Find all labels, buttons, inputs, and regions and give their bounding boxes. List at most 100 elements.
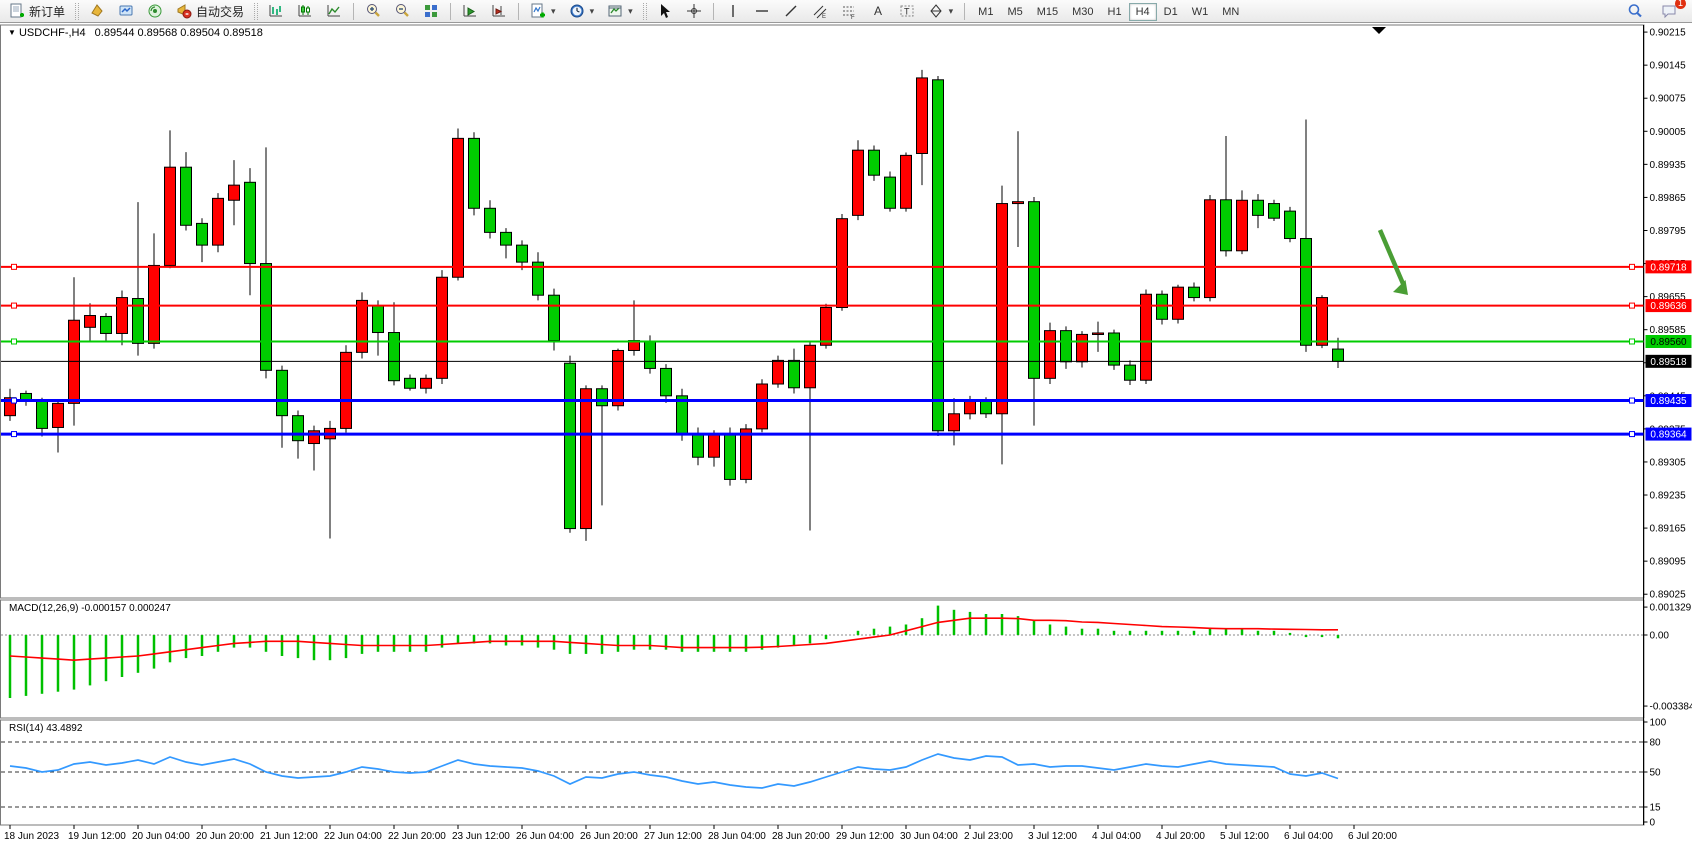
indicators-button[interactable]: ▾ — [525, 1, 561, 21]
time-tick-label: 30 Jun 04:00 — [900, 831, 958, 842]
hline-handle[interactable] — [1630, 303, 1635, 308]
tile-windows-button[interactable] — [418, 1, 444, 21]
zoom-out-button[interactable] — [389, 1, 415, 21]
time-tick-label: 5 Jul 12:00 — [1220, 831, 1269, 842]
line-chart-button[interactable] — [321, 1, 347, 21]
price-tick-label: 0.89585 — [1650, 325, 1687, 336]
hline-handle[interactable] — [1630, 398, 1635, 403]
timeframe-button-H1[interactable]: H1 — [1101, 3, 1129, 21]
crosshair-tool-button[interactable] — [681, 1, 707, 21]
hline-handle[interactable] — [12, 339, 17, 344]
auto-trading-button[interactable]: 自动交易 — [171, 1, 249, 21]
timeframe-button-MN[interactable]: MN — [1215, 3, 1246, 21]
candle-body — [101, 316, 112, 333]
new-order-button[interactable]: 新订单 — [4, 1, 70, 21]
hline-handle[interactable] — [1630, 264, 1635, 269]
bar-chart-button[interactable] — [263, 1, 289, 21]
hline-handle[interactable] — [12, 264, 17, 269]
candle-body — [821, 307, 832, 345]
timeframe-button-M30[interactable]: M30 — [1065, 3, 1100, 21]
price-tick-label: 0.89025 — [1650, 590, 1687, 601]
candle-body — [1173, 287, 1184, 319]
channel-tool-button[interactable]: E — [807, 1, 833, 21]
candle-body — [965, 401, 976, 414]
time-tick-label: 28 Jun 04:00 — [708, 831, 766, 842]
trendline-tool-button[interactable] — [778, 1, 804, 21]
time-tick-label: 28 Jun 20:00 — [772, 831, 830, 842]
cursor-tool-button[interactable] — [652, 1, 678, 21]
zoom-in-button[interactable] — [360, 1, 386, 21]
price-badge-label: 0.89718 — [1650, 262, 1687, 273]
candle-body — [709, 435, 720, 457]
shapes-tool-button[interactable]: ▾ — [923, 1, 959, 21]
timeframe-button-W1[interactable]: W1 — [1185, 3, 1216, 21]
candle-body — [837, 219, 848, 308]
timeframe-button-D1[interactable]: D1 — [1157, 3, 1185, 21]
time-tick-label: 21 Jun 12:00 — [260, 831, 318, 842]
chart-window[interactable]: 0.902150.901450.900750.900050.899350.898… — [0, 23, 1692, 847]
templates-button[interactable]: ▾ — [602, 1, 638, 21]
candle-body — [1253, 200, 1264, 215]
auto-trading-icon — [176, 3, 192, 19]
chart-shift-button[interactable] — [486, 1, 512, 21]
text-label-tool-button[interactable]: T — [894, 1, 920, 21]
candle-body — [917, 78, 928, 154]
time-tick-label: 20 Jun 04:00 — [132, 831, 190, 842]
rsi-tick-label: 50 — [1650, 768, 1662, 779]
horizontal-line-tool-button[interactable] — [749, 1, 775, 21]
timeframe-button-H4[interactable]: H4 — [1129, 3, 1157, 21]
timeframe-button-M1[interactable]: M1 — [971, 3, 1000, 21]
candle-body — [501, 232, 512, 245]
text-tool-button[interactable]: A — [865, 1, 891, 21]
templates-dropdown-caret: ▾ — [628, 6, 633, 17]
hline-handle[interactable] — [1630, 339, 1635, 344]
new-order-label: 新订单 — [29, 3, 65, 20]
hline-handle[interactable] — [12, 398, 17, 403]
price-tick-label: 0.89935 — [1650, 160, 1687, 171]
timeframe-button-M15[interactable]: M15 — [1030, 3, 1065, 21]
macd-tick-label: 0.001329 — [1650, 603, 1692, 614]
candle-body — [693, 434, 704, 458]
time-tick-label: 6 Jul 20:00 — [1348, 831, 1397, 842]
hline-handle[interactable] — [1630, 432, 1635, 437]
candle-body — [1109, 333, 1120, 365]
candle-body — [1333, 349, 1344, 361]
time-tick-label: 26 Jun 20:00 — [580, 831, 638, 842]
hline-handle[interactable] — [12, 303, 17, 308]
candle-body — [373, 306, 384, 333]
candle-body — [1045, 331, 1056, 379]
search-button[interactable] — [1622, 1, 1648, 21]
vertical-line-tool-button[interactable] — [720, 1, 746, 21]
candle-body — [165, 167, 176, 265]
candle-body — [261, 264, 272, 371]
hline-handle[interactable] — [12, 432, 17, 437]
signals-button[interactable] — [142, 1, 168, 21]
fibonacci-tool-button[interactable]: F — [836, 1, 862, 21]
price-badge-label: 0.89560 — [1650, 337, 1687, 348]
candle-body — [1157, 294, 1168, 319]
candlestick-chart-button[interactable] — [292, 1, 318, 21]
timeframe-button-M5[interactable]: M5 — [1000, 3, 1029, 21]
candle-body — [437, 277, 448, 378]
zoom-out-icon — [394, 3, 410, 19]
market-watch-button[interactable] — [113, 1, 139, 21]
candle-body — [485, 208, 496, 232]
chat-unread-badge: 1 — [1675, 0, 1686, 9]
horizontal-line-icon — [754, 3, 770, 19]
rsi-tick-label: 80 — [1650, 738, 1662, 749]
candle-body — [725, 435, 736, 479]
price-tick-label: 0.89235 — [1650, 491, 1687, 502]
price-tick-label: 0.89165 — [1650, 524, 1687, 535]
auto-scroll-button[interactable] — [457, 1, 483, 21]
candle-body — [901, 155, 912, 208]
candle-body — [1013, 202, 1024, 204]
chat-button[interactable]: 1 — [1656, 1, 1682, 21]
styles-icon — [89, 3, 105, 19]
price-tick-label: 0.90215 — [1650, 28, 1687, 39]
candle-body — [405, 378, 416, 388]
periods-button[interactable]: ▾ — [564, 1, 600, 21]
candle-body — [1269, 204, 1280, 219]
styles-button[interactable] — [84, 1, 110, 21]
chart-canvas[interactable]: 0.902150.901450.900750.900050.899350.898… — [0, 23, 1692, 847]
time-tick-label: 27 Jun 12:00 — [644, 831, 702, 842]
